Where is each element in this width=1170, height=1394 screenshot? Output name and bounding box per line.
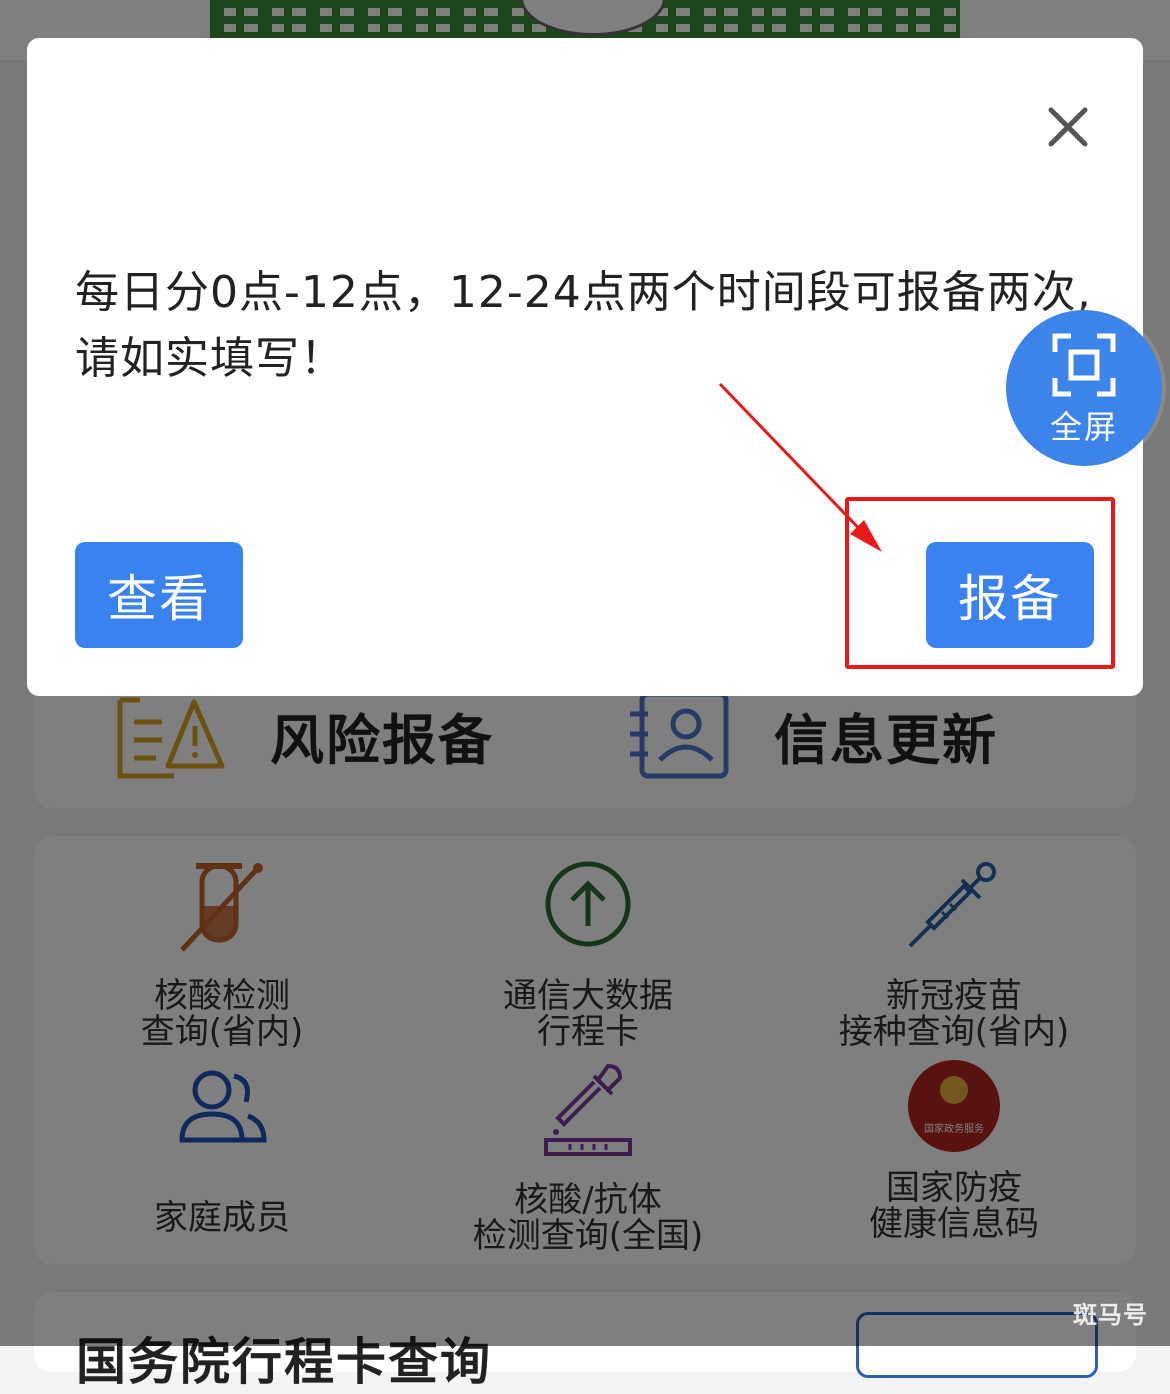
health-code-page: 风险报备 信息更新 核酸检测 查询(省内) 通信大数据 行程卡 [0,0,1170,1391]
annotation-highlight-box [845,497,1115,669]
fullscreen-label: 全屏 [1049,408,1118,446]
watermark-text: 斑马号 [1073,1301,1148,1329]
fullscreen-icon [1052,333,1116,397]
dialog-message: 每日分0点-12点，12-24点两个时间段可报备两次,请如实填写！ [75,267,1092,384]
view-button[interactable]: 查看 [75,542,243,648]
fullscreen-button[interactable]: 全屏 [1006,310,1162,466]
close-icon[interactable] [1043,102,1093,152]
